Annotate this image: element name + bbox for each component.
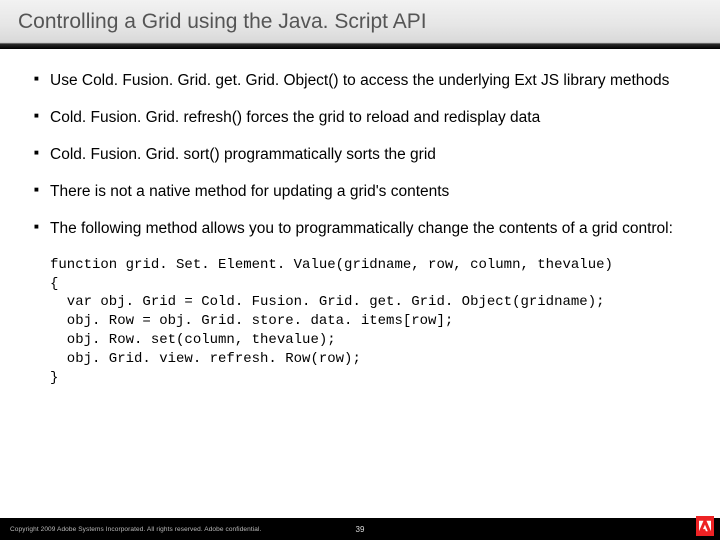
list-item: Use Cold. Fusion. Grid. get. Grid. Objec… [34,71,686,92]
list-item: Cold. Fusion. Grid. refresh() forces the… [34,108,686,129]
slide: Controlling a Grid using the Java. Scrip… [0,0,720,540]
page-title: Controlling a Grid using the Java. Scrip… [18,10,702,34]
adobe-a-icon [699,520,711,532]
copyright-text: Copyright 2009 Adobe Systems Incorporate… [10,526,261,533]
content-area: Use Cold. Fusion. Grid. get. Grid. Objec… [0,49,720,518]
list-item: Cold. Fusion. Grid. sort() programmatica… [34,145,686,166]
list-item: There is not a native method for updatin… [34,182,686,203]
page-number: 39 [356,525,365,534]
code-block: function grid. Set. Element. Value(gridn… [50,256,686,388]
adobe-logo [696,516,714,536]
footer-bar: Copyright 2009 Adobe Systems Incorporate… [0,518,720,540]
bullet-list: Use Cold. Fusion. Grid. get. Grid. Objec… [34,71,686,240]
list-item: The following method allows you to progr… [34,219,686,240]
title-bar: Controlling a Grid using the Java. Scrip… [0,0,720,43]
